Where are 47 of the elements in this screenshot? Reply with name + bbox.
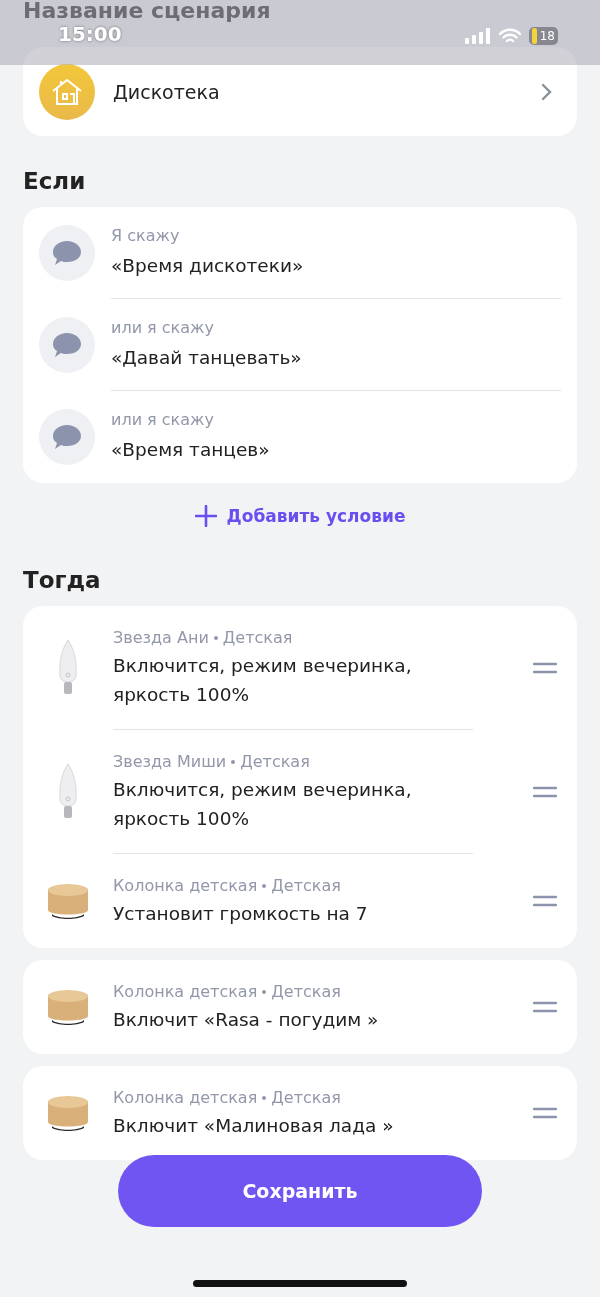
action-description: Включится, режим вечеринка, яркость 100% [113,654,413,707]
drag-handle-icon[interactable] [533,662,557,674]
scenario-name: Дискотека [113,80,221,103]
condition-phrase: «Время дискотеки» [111,253,305,278]
condition-label: или я скажу [111,317,215,337]
room-name: Детская [271,876,341,895]
room-name: Детская [271,982,341,1001]
signal-icon [464,28,491,44]
device-name: Звезда Ани [113,628,209,647]
speech-bubble-icon [39,225,95,281]
action-description: Включит «Rasa - погудим » [113,1008,380,1032]
status-time: 15:00 [58,23,122,45]
drag-handle-icon[interactable] [533,1107,557,1119]
scenario-card[interactable]: Дискотека [23,47,577,136]
section-heading: Если [23,168,87,194]
device-name: Колонка детская [113,1088,258,1107]
save-button[interactable]: Сохранить [118,1155,482,1227]
action-description: Установит громкость на 7 [113,902,369,926]
condition-phrase: «Время танцев» [111,438,271,462]
page-title: Название сценария [23,0,271,22]
device-name: Звезда Миши [113,752,227,771]
condition-label: или я скажу [111,410,215,429]
battery-icon: 18 [528,27,558,45]
plus-icon [194,505,217,527]
section-heading: Тогда [23,567,102,593]
action-description: Включит «Малиновая лада » [113,1114,395,1138]
room-name: Детская [222,628,293,647]
light-bulb-icon [58,763,78,821]
add-condition-button[interactable]: Добавить условие [190,503,410,529]
wifi-icon [498,28,521,44]
speech-bubble-icon [39,409,95,465]
room-name: Детская [271,1088,341,1107]
drag-handle-icon[interactable] [533,786,557,798]
speaker-icon [47,1094,89,1132]
condition-phrase: «Давай танцевать» [111,345,303,370]
speaker-icon [47,882,89,920]
device-name: Колонка детская [113,982,258,1001]
drag-handle-icon[interactable] [533,1001,557,1013]
drag-handle-icon[interactable] [533,895,557,907]
device-name: Колонка детская [113,876,258,895]
light-bulb-icon [58,639,78,697]
chevron-icon [541,82,553,101]
speaker-icon [47,988,89,1026]
condition-label: Я скажу [111,225,181,245]
room-name: Детская [240,752,310,771]
action-description: Включится, режим вечеринка, яркость 100% [113,778,413,831]
speech-bubble-icon [39,317,95,373]
